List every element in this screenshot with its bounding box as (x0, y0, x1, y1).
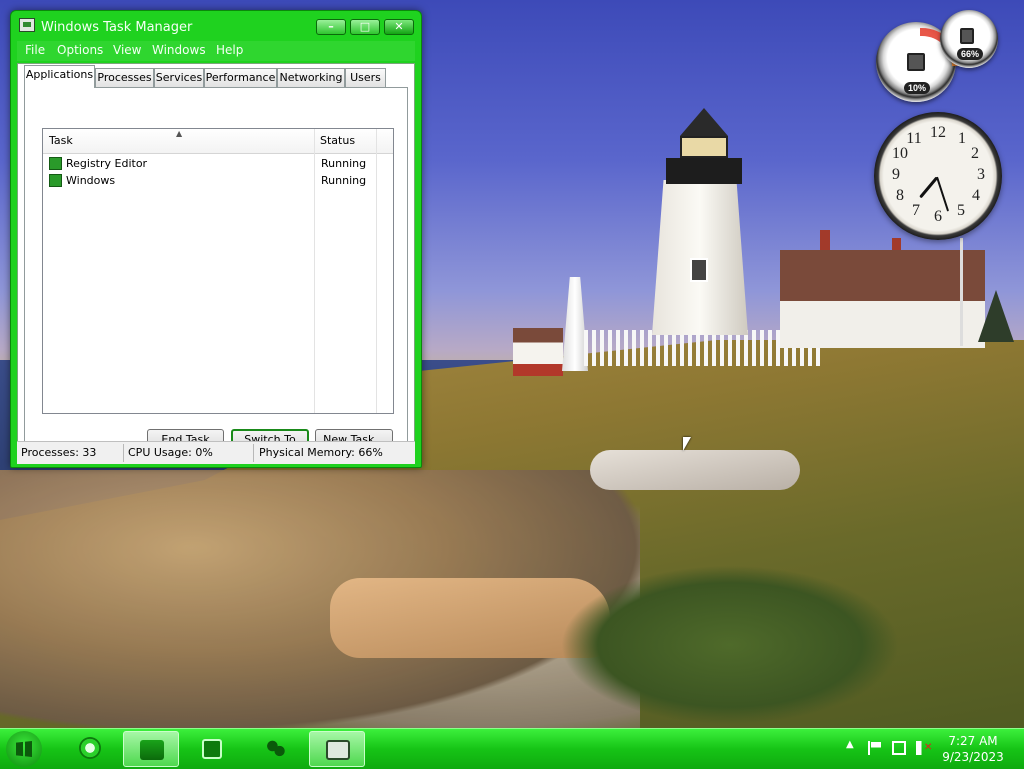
cpu-chip-icon (907, 53, 925, 71)
task-manager-icon (19, 18, 35, 32)
clock-number: 5 (957, 202, 965, 219)
cpu-meter-gadget[interactable]: 10% 66% (874, 8, 1004, 118)
menu-help[interactable]: Help (216, 43, 243, 57)
task-name: Windows (66, 174, 116, 187)
taskbar-windows-live[interactable] (248, 731, 304, 767)
menu-file[interactable]: File (25, 43, 45, 57)
tab-users[interactable]: Users (345, 68, 386, 87)
column-header-task[interactable]: Task (49, 134, 73, 147)
start-button[interactable] (6, 731, 42, 767)
status-processes: Processes: 33 (21, 446, 97, 459)
tab-performance[interactable]: Performance (204, 68, 277, 87)
shed (513, 328, 563, 376)
clock-gadget[interactable]: 12 1 2 3 4 5 6 7 8 9 10 11 (874, 112, 1002, 240)
status-bar: Processes: 33 CPU Usage: 0% Physical Mem… (17, 441, 415, 464)
task-status: Running (321, 174, 367, 187)
tab-processes[interactable]: Processes (95, 68, 154, 87)
menu-windows[interactable]: Windows (152, 43, 206, 57)
clock-number: 12 (930, 124, 946, 141)
taskbar-file-explorer[interactable] (123, 731, 179, 767)
rock (590, 450, 800, 490)
table-row[interactable]: Windows Running (47, 173, 377, 190)
flag-pole (960, 238, 963, 346)
tab-networking[interactable]: Networking (277, 68, 345, 87)
memory-usage-label: 66% (957, 48, 984, 60)
menu-options[interactable]: Options (57, 43, 103, 57)
menu-bar: File Options View Windows Help (17, 41, 415, 61)
task-manager-window[interactable]: Windows Task Manager – □ ✕ File Options … (10, 10, 422, 468)
action-center-flag-icon[interactable] (868, 741, 882, 755)
task-list-header: ▲ Task Status (43, 129, 393, 154)
volume-muted-icon[interactable]: ✕ (916, 741, 932, 755)
taskbar: ▲ ✕ 7:27 AM 9/23/2023 (0, 728, 1024, 769)
window-content: Applications Processes Services Performa… (17, 63, 415, 450)
clock-number: 2 (971, 145, 979, 162)
clock-time: 7:27 AM (948, 734, 998, 748)
cpu-usage-label: 10% (904, 82, 931, 94)
task-list[interactable]: ▲ Task Status Registry Editor Running Wi… (42, 128, 394, 414)
table-row[interactable]: Registry Editor Running (47, 156, 377, 173)
applications-panel: ▲ Task Status Registry Editor Running Wi… (24, 87, 408, 450)
menu-view[interactable]: View (113, 43, 141, 57)
clock-number: 6 (934, 208, 942, 225)
windows-live-icon (264, 739, 288, 759)
column-header-status[interactable]: Status (320, 134, 355, 147)
clock-minute-hand (936, 176, 950, 212)
clock-number: 8 (896, 187, 904, 204)
taskbar-task-manager[interactable] (309, 731, 365, 767)
internet-explorer-icon (79, 737, 101, 759)
clock-number: 3 (977, 166, 985, 183)
clock-number: 9 (892, 166, 900, 183)
tab-applications[interactable]: Applications (24, 65, 95, 88)
media-player-icon (202, 739, 222, 759)
maximize-button[interactable]: □ (350, 19, 380, 35)
task-name: Registry Editor (66, 157, 148, 170)
tab-services[interactable]: Services (154, 68, 204, 87)
task-manager-icon (326, 740, 350, 760)
task-status: Running (321, 157, 367, 170)
file-explorer-icon (140, 740, 164, 760)
taskbar-internet-explorer[interactable] (62, 731, 118, 767)
lighthouse-window (690, 258, 708, 282)
taskbar-media-player[interactable] (184, 731, 240, 767)
close-button[interactable]: ✕ (384, 19, 414, 35)
lighthouse-lantern (666, 108, 742, 184)
clock-date: 9/23/2023 (942, 750, 1004, 764)
clock-number: 11 (906, 130, 922, 147)
title-bar[interactable]: Windows Task Manager – □ ✕ (11, 11, 421, 41)
show-hidden-icons-icon[interactable]: ▲ (846, 739, 854, 750)
memory-chip-icon (960, 28, 974, 44)
windows-app-icon (49, 174, 62, 187)
taskbar-clock[interactable]: 7:27 AM 9/23/2023 (942, 733, 1004, 765)
clock-number: 7 (912, 202, 920, 219)
memory-usage-dial: 66% (940, 10, 998, 68)
network-icon[interactable] (892, 741, 906, 755)
status-cpu-usage: CPU Usage: 0% (128, 446, 213, 459)
window-title: Windows Task Manager (41, 20, 193, 35)
status-physical-memory: Physical Memory: 66% (259, 446, 383, 459)
minimize-button[interactable]: – (316, 19, 346, 35)
keepers-house (780, 250, 985, 348)
status-divider (123, 444, 124, 462)
shrubs (560, 565, 900, 725)
registry-editor-icon (49, 157, 62, 170)
status-divider (253, 444, 254, 462)
sort-ascending-icon: ▲ (176, 129, 183, 138)
mouse-cursor-icon (683, 437, 691, 451)
clock-hour-hand (919, 176, 939, 199)
